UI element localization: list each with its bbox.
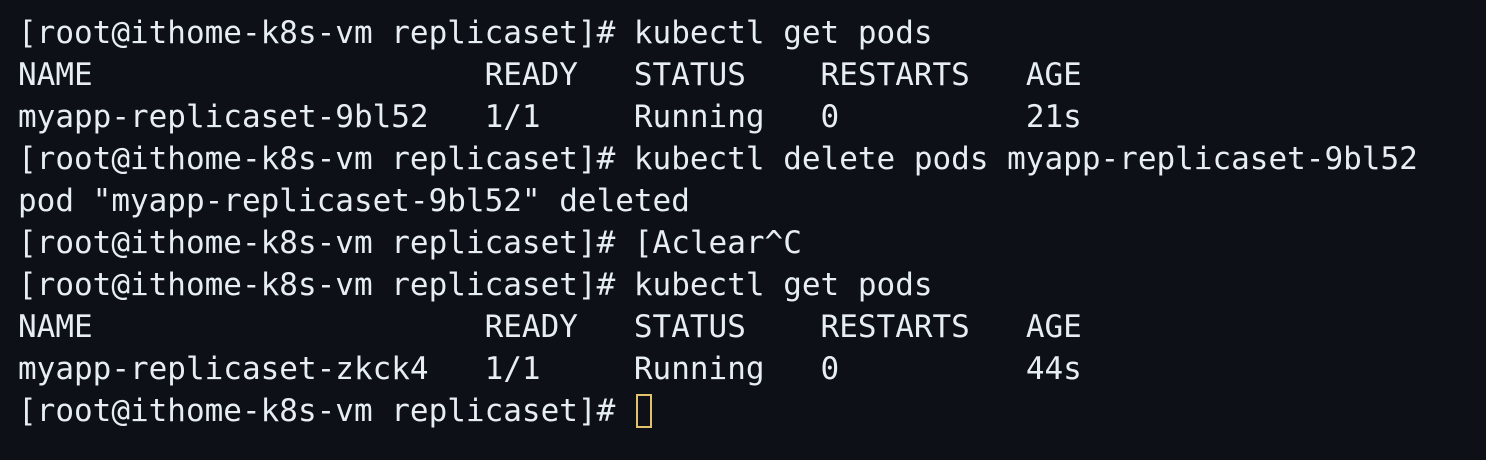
terminal-line: NAME READY STATUS RESTARTS AGE [18,57,1082,93]
terminal-prompt-line[interactable]: [root@ithome-k8s-vm replicaset]# [18,390,1486,432]
terminal-line: [root@ithome-k8s-vm replicaset]# kubectl… [18,267,933,303]
terminal-line: myapp-replicaset-9bl52 1/1 Running 0 21s [18,99,1082,135]
terminal-line: [root@ithome-k8s-vm replicaset]# kubectl… [18,15,933,51]
terminal-prompt: [root@ithome-k8s-vm replicaset]# [18,393,634,429]
terminal-window[interactable]: [root@ithome-k8s-vm replicaset]# kubectl… [0,0,1486,460]
terminal-cursor [635,393,652,428]
terminal-line: [root@ithome-k8s-vm replicaset]# kubectl… [18,141,1418,177]
terminal-line: pod "myapp-replicaset-9bl52" deleted [18,183,690,219]
terminal-line: myapp-replicaset-zkck4 1/1 Running 0 44s [18,351,1082,387]
terminal-line: [root@ithome-k8s-vm replicaset]# [Aclear… [18,225,802,261]
terminal-line: NAME READY STATUS RESTARTS AGE [18,309,1082,345]
